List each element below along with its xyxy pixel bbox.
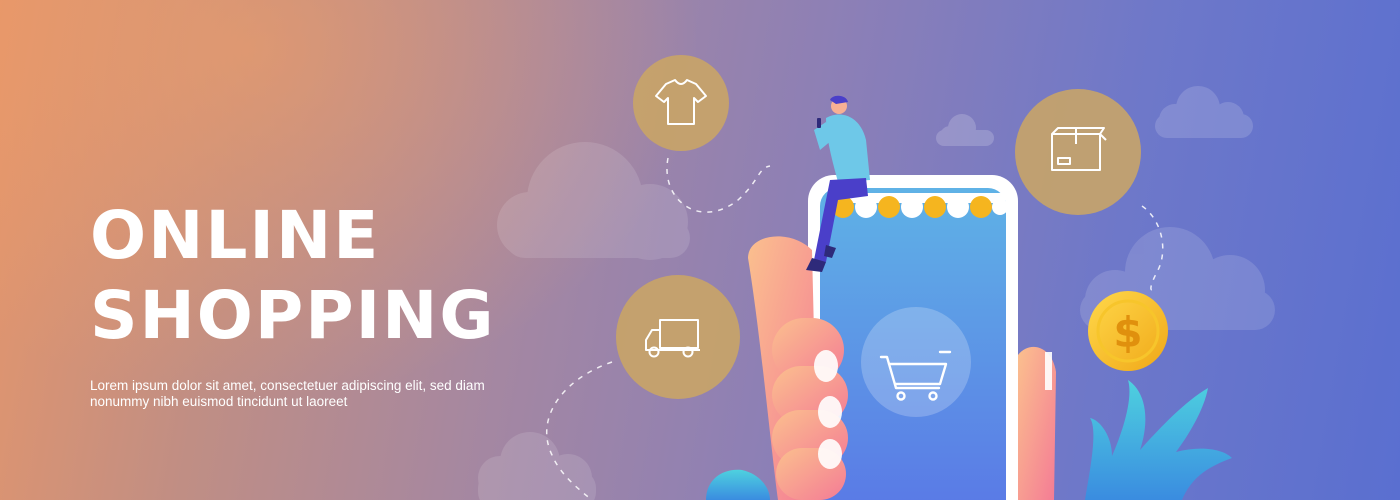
body-text: Lorem ipsum dolor sit amet, consectetuer…: [90, 378, 485, 409]
cloud-bottom-left: [478, 432, 596, 500]
cloud-right-top: [1155, 86, 1253, 138]
headline-line-1: ONLINE: [90, 197, 381, 274]
cloud-small-top: [936, 114, 994, 146]
coin-symbol: $: [1113, 308, 1142, 357]
plant-left: [706, 469, 770, 500]
cloud-large-center: [497, 142, 690, 260]
dollar-coin-icon: $: [1088, 291, 1168, 371]
plant-right: [1085, 380, 1232, 500]
package-box-icon: [1015, 89, 1141, 215]
online-shopping-banner: $ ONLINE SHOPPING Lorem ipsum dolor sit …: [0, 0, 1400, 500]
delivery-truck-icon: [616, 275, 740, 399]
headline: ONLINE SHOPPING: [90, 196, 496, 356]
tshirt-icon: [633, 55, 729, 151]
shopping-cart-icon: [861, 307, 971, 417]
headline-line-2: SHOPPING: [90, 277, 496, 354]
